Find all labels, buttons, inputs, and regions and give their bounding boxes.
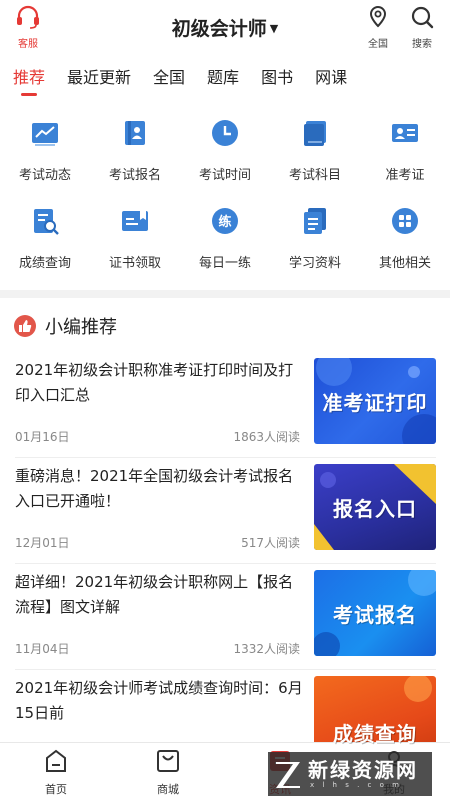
watermark-logo-icon <box>268 752 308 796</box>
tab-latest[interactable]: 最近更新 <box>67 60 131 96</box>
grid-label: 其他相关 <box>378 256 431 271</box>
id-card-icon <box>392 124 418 142</box>
svg-text:练: 练 <box>218 214 231 230</box>
search-label: 搜索 <box>412 39 432 50</box>
grid-label: 准考证 <box>385 168 425 183</box>
grid-item-others[interactable]: 其他相关 <box>360 198 450 286</box>
nav-home[interactable]: 首页 <box>26 747 86 797</box>
grid-item-registration[interactable]: 考试报名 <box>90 110 180 198</box>
grid-label: 考试报名 <box>108 168 161 183</box>
news-title: 2021年初级会计职称准考证打印时间及打印入口汇总 <box>15 361 294 404</box>
watermark: 新绿资源网 x l h s . c o m <box>268 752 432 796</box>
news-read-count: 517人阅读 <box>241 536 300 550</box>
tab-books[interactable]: 图书 <box>261 60 293 96</box>
news-title: 2021年初级会计师考试成绩查询时间：6月15日前 <box>15 679 303 722</box>
thumbs-up-icon <box>14 315 36 337</box>
tab-recommend[interactable]: 推荐 <box>13 60 45 96</box>
news-item[interactable]: 2021年初级会计职称准考证打印时间及打印入口汇总 01月16日 1863人阅读… <box>0 358 450 464</box>
section-title: 小编推荐 <box>45 317 117 338</box>
news-title: 超详细！2021年初级会计职称网上【报名流程】图文详解 <box>15 573 294 616</box>
grid-item-study-materials[interactable]: 学习资料 <box>270 198 360 286</box>
news-date: 12月01日 <box>15 536 70 550</box>
row-divider <box>15 563 436 564</box>
section-divider <box>0 290 450 298</box>
clock-icon <box>212 120 238 146</box>
id-badge-icon <box>125 121 145 145</box>
tab-question-bank[interactable]: 题库 <box>207 60 239 96</box>
grid-item-score-query[interactable]: 成绩查询 <box>0 198 90 286</box>
watermark-text: 新绿资源网 <box>308 757 418 782</box>
thumbnail-text: 准考证打印 <box>322 390 428 415</box>
page-title: 初级会计师 <box>171 18 267 40</box>
grid-item-certificate[interactable]: 证书领取 <box>90 198 180 286</box>
feature-grid: 考试动态 考试报名 考试时间 考试科目 准考证 成绩查询 证书领取 练 每日一练… <box>0 110 450 286</box>
grid-item-subjects[interactable]: 考试科目 <box>270 110 360 198</box>
nav-shop[interactable]: 商城 <box>138 747 198 797</box>
certificate-icon <box>122 211 148 231</box>
grid-label: 学习资料 <box>288 256 341 271</box>
news-read-count: 1863人阅读 <box>233 430 300 444</box>
nav-label: 首页 <box>45 783 67 796</box>
grid-item-exam-time[interactable]: 考试时间 <box>180 110 270 198</box>
home-icon <box>46 749 66 772</box>
nav-label: 商城 <box>157 783 179 796</box>
caret-down-icon: ▼ <box>269 22 279 35</box>
shopping-bag-icon <box>157 750 179 772</box>
row-divider <box>15 457 436 458</box>
region-button[interactable]: 全国 <box>358 4 398 50</box>
grid-item-admission-ticket[interactable]: 准考证 <box>360 110 450 198</box>
thumbnail-text: 考试报名 <box>333 602 417 627</box>
grid-item-exam-news[interactable]: 考试动态 <box>0 110 90 198</box>
news-thumbnail: 准考证打印 <box>314 358 436 444</box>
row-divider <box>15 669 436 670</box>
news-thumbnail: 考试报名 <box>314 570 436 656</box>
top-header: 客服 初级会计师 ▼ 全国 搜索 <box>0 0 450 56</box>
grid-label: 成绩查询 <box>18 256 71 271</box>
watermark-subtext: x l h s . c o m <box>310 780 402 789</box>
thumbnail-text: 成绩查询 <box>333 721 417 746</box>
documents-icon <box>304 208 326 234</box>
category-tabs: 推荐 最近更新 全国 题库 图书 网课 <box>0 60 450 100</box>
practice-icon: 练 <box>212 208 238 234</box>
recommend-section-header: 小编推荐 <box>14 312 117 340</box>
apps-grid-icon <box>392 208 418 234</box>
grid-item-daily-practice[interactable]: 练 每日一练 <box>180 198 270 286</box>
location-pin-icon <box>369 5 387 28</box>
tab-courses[interactable]: 网课 <box>315 60 347 96</box>
news-thumbnail: 报名入口 <box>314 464 436 550</box>
tab-national[interactable]: 全国 <box>153 60 185 96</box>
thumbnail-text: 报名入口 <box>333 496 417 521</box>
search-icon <box>411 6 434 29</box>
grid-label: 考试科目 <box>288 168 341 183</box>
news-item[interactable]: 重磅消息！2021年全国初级会计考试报名入口已开通啦！ 12月01日 517人阅… <box>0 464 450 570</box>
grid-label: 考试时间 <box>198 168 251 183</box>
news-item[interactable]: 超详细！2021年初级会计职称网上【报名流程】图文详解 11月04日 1332人… <box>0 570 450 676</box>
news-read-count: 1332人阅读 <box>233 642 300 656</box>
news-date: 11月04日 <box>15 642 70 656</box>
chart-trend-icon <box>32 123 58 146</box>
search-button[interactable]: 搜索 <box>402 4 442 50</box>
news-title: 重磅消息！2021年全国初级会计考试报名入口已开通啦！ <box>15 467 294 510</box>
grid-label: 证书领取 <box>108 256 161 271</box>
news-date: 01月16日 <box>15 430 70 444</box>
region-label: 全国 <box>368 39 388 50</box>
grid-label: 考试动态 <box>18 168 71 183</box>
document-search-icon <box>34 209 59 235</box>
book-icon <box>304 121 326 146</box>
grid-label: 每日一练 <box>198 256 251 271</box>
